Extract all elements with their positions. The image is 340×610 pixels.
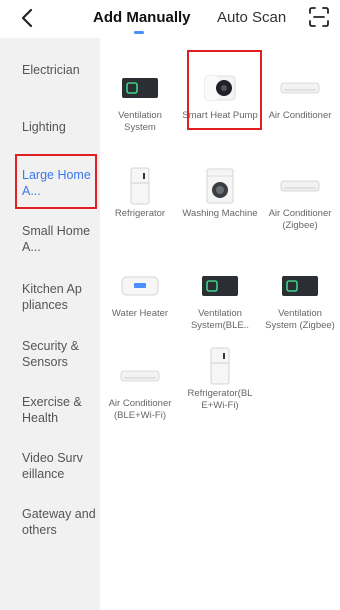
device-label: Washing Machine xyxy=(182,208,258,219)
ventilation-icon xyxy=(202,276,238,296)
sidebar-item-electrician[interactable]: Electrician xyxy=(22,62,98,78)
active-tab-indicator xyxy=(134,31,144,34)
sidebar-item-kitchen-appliances[interactable]: Kitchen Ap pliances xyxy=(22,281,98,313)
scan-icon[interactable] xyxy=(308,6,330,28)
device-label: Air Conditioner xyxy=(268,110,332,121)
sidebar-item-security-sensors[interactable]: Security & Sensors xyxy=(22,338,98,370)
chevron-left-icon[interactable] xyxy=(16,6,40,30)
sidebar-item-large-home-appliances[interactable]: Large Home A... xyxy=(22,167,98,199)
device-label: Water Heater xyxy=(111,308,169,319)
water-heater-icon xyxy=(121,276,159,296)
device-ventilation-system-zigbee[interactable]: Ventilation System (Zigbee) xyxy=(260,248,340,364)
device-refrigerator[interactable]: Refrigerator xyxy=(100,148,180,264)
device-air-conditioner-zigbee[interactable]: Air Conditioner (Zigbee) xyxy=(260,148,340,264)
sidebar-item-gateway-others[interactable]: Gateway and others xyxy=(22,506,98,538)
washing-machine-icon xyxy=(206,168,234,204)
air-conditioner-icon xyxy=(280,82,320,94)
device-label: Ventilation System (Zigbee) xyxy=(265,308,335,331)
device-label: Ventilation System xyxy=(118,110,162,133)
device-air-conditioner-ble-wifi[interactable]: Air Conditioner (BLE+Wi-Fi) xyxy=(100,338,180,454)
device-label: Air Conditioner (Zigbee) xyxy=(268,208,332,231)
device-label: Air Conditioner (BLE+Wi-Fi) xyxy=(108,398,172,421)
refrigerator-icon xyxy=(210,347,230,385)
device-label: Refrigerator(BL E+Wi-Fi) xyxy=(187,388,253,411)
sidebar-item-lighting[interactable]: Lighting xyxy=(22,119,98,135)
air-conditioner-icon xyxy=(280,180,320,192)
device-washing-machine[interactable]: Washing Machine xyxy=(180,148,260,264)
sidebar-item-video-surveillance[interactable]: Video Surv eillance xyxy=(22,450,98,482)
air-conditioner-icon xyxy=(120,370,160,382)
sidebar-item-exercise-health[interactable]: Exercise & Health xyxy=(22,394,98,426)
tab-auto-scan[interactable]: Auto Scan xyxy=(217,9,286,26)
device-label: Smart Heat Pump xyxy=(182,110,258,121)
sidebar-item-small-home-appliances[interactable]: Small Home A... xyxy=(22,223,98,255)
tab-add-manually[interactable]: Add Manually xyxy=(93,9,191,26)
top-bar: Add Manually Auto Scan xyxy=(0,0,340,38)
ventilation-icon xyxy=(122,78,158,98)
refrigerator-icon xyxy=(130,167,150,205)
ventilation-icon xyxy=(282,276,318,296)
device-refrigerator-ble-wifi[interactable]: Refrigerator(BL E+Wi-Fi) xyxy=(180,328,260,444)
device-grid: Ventilation System Smart Heat Pump Air C… xyxy=(100,38,340,610)
device-label: Refrigerator xyxy=(114,208,166,219)
heat-pump-icon xyxy=(204,75,236,101)
